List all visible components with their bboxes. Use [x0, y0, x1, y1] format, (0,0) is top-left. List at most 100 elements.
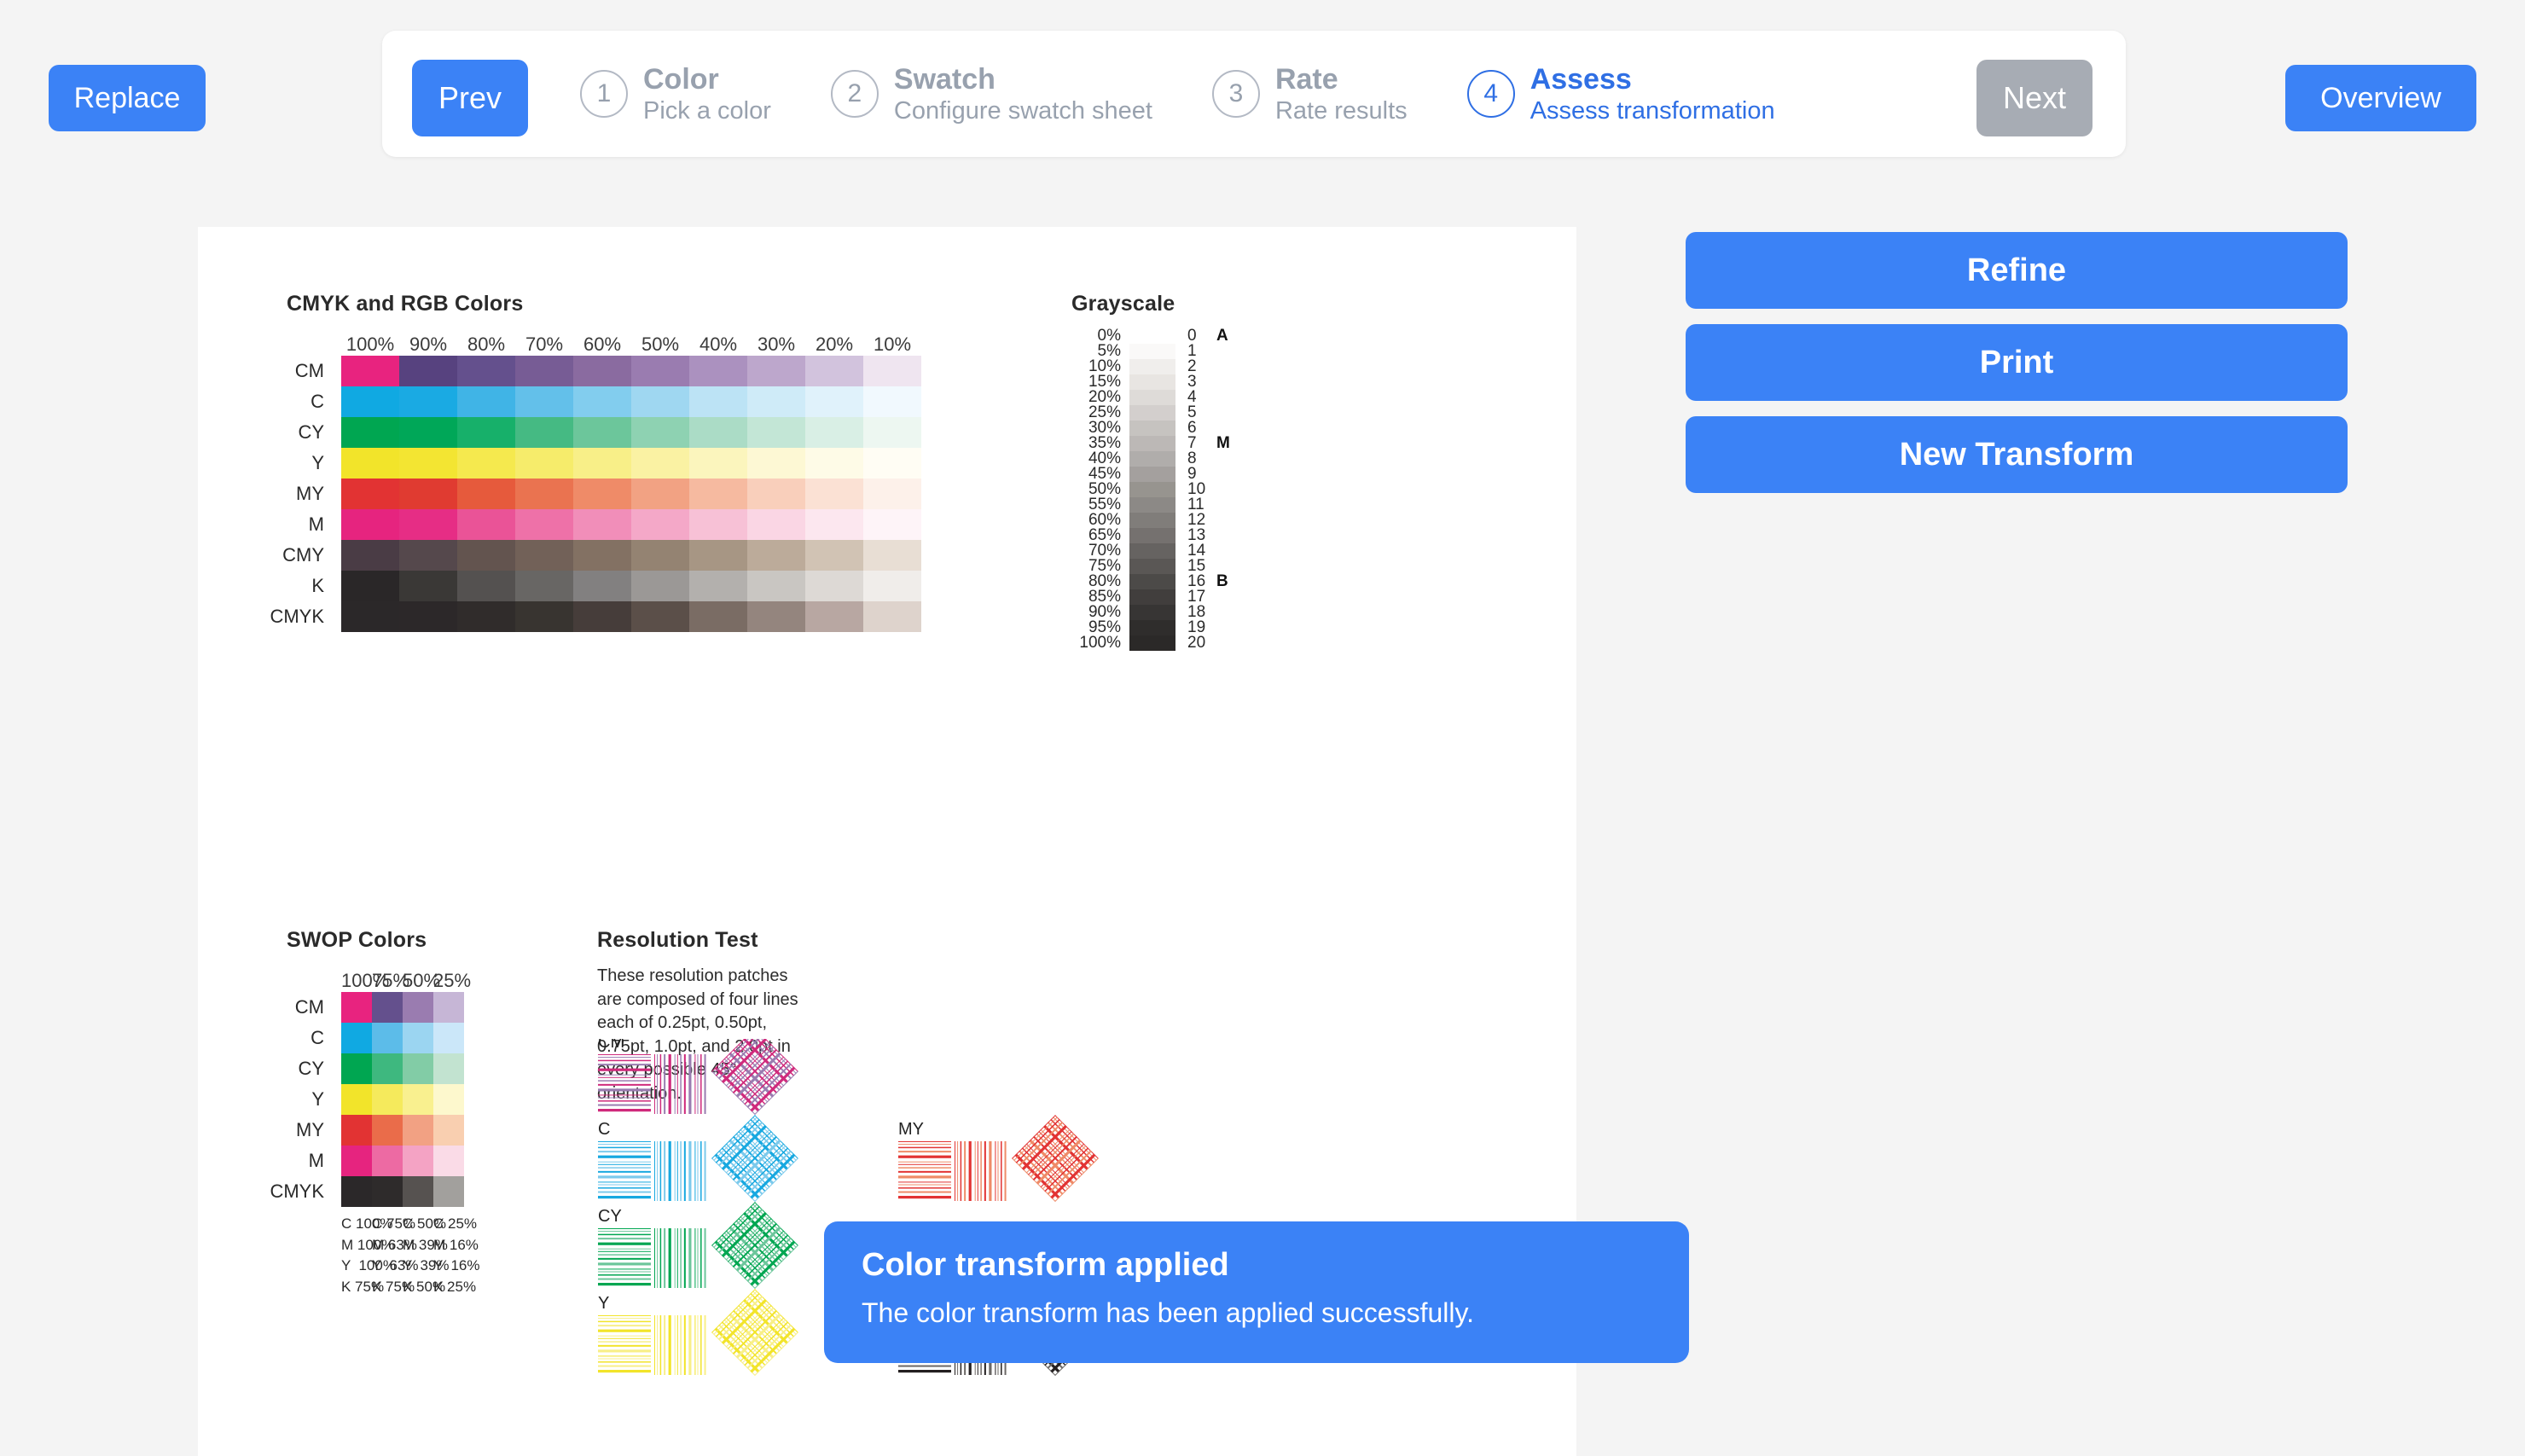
- color-swatch: [399, 540, 457, 571]
- color-swatch: [573, 571, 631, 601]
- grayscale-marker: B: [1216, 572, 1228, 590]
- color-swatch: [631, 540, 689, 571]
- color-swatch: [341, 571, 399, 601]
- color-swatch: [341, 448, 399, 479]
- grayscale-percent: 100%: [1079, 634, 1121, 652]
- grayscale-swatch: [1129, 589, 1175, 605]
- grayscale-section-title: Grayscale: [1071, 292, 1175, 316]
- resolution-patch-label: MY: [898, 1120, 924, 1139]
- swop-ink-column: C 50% M 39% Y 39% K 50%: [403, 1215, 450, 1295]
- color-swatch: [341, 540, 399, 571]
- step-subtitle: Rate results: [1274, 96, 1408, 125]
- cmyk-row: K: [256, 571, 921, 601]
- color-swatch: [399, 509, 457, 540]
- swop-row: CY: [256, 1053, 464, 1084]
- stepper-step-swatch[interactable]: 2 Swatch Configure swatch sheet: [830, 62, 1152, 125]
- grayscale-swatch: [1129, 635, 1175, 651]
- color-swatch: [515, 571, 573, 601]
- color-swatch: [457, 448, 515, 479]
- swop-row-label: CM: [294, 996, 324, 1018]
- grayscale-swatch: [1129, 482, 1175, 497]
- color-swatch: [631, 448, 689, 479]
- color-swatch: [631, 417, 689, 448]
- color-swatch: [399, 448, 457, 479]
- color-swatch: [457, 356, 515, 386]
- cmyk-row-label: CMY: [282, 544, 324, 566]
- color-swatch: [863, 509, 921, 540]
- cmyk-row-label: M: [308, 513, 324, 535]
- refine-button[interactable]: Refine: [1686, 232, 2348, 309]
- color-swatch: [341, 417, 399, 448]
- swop-row: CM: [256, 992, 464, 1023]
- color-swatch: [403, 1084, 433, 1115]
- grayscale-swatch: [1129, 359, 1175, 374]
- step-title: Color: [643, 62, 719, 96]
- color-swatch: [341, 356, 399, 386]
- grayscale-block: Grayscale 0% 0 A 5% 1 10% 2 15% 3 20% 4 25% 5 30% 6 35%…: [1071, 292, 1230, 652]
- color-swatch: [863, 356, 921, 386]
- color-swatch: [372, 1115, 403, 1146]
- toast-message: The color transform has been applied suc…: [862, 1297, 1474, 1328]
- swop-row-label: MY: [296, 1119, 324, 1140]
- color-swatch: [515, 479, 573, 509]
- color-swatch: [341, 509, 399, 540]
- swop-ink-column: C 75% M 63% Y 63% K 75%: [372, 1215, 419, 1295]
- grayscale-swatch: [1129, 467, 1175, 482]
- color-swatch: [805, 356, 863, 386]
- step-subtitle: Configure swatch sheet: [893, 96, 1152, 125]
- color-swatch: [457, 417, 515, 448]
- stepper-step-rate[interactable]: 3 Rate Rate results: [1211, 62, 1408, 125]
- cmyk-col-header: 70%: [525, 334, 564, 355]
- overview-button[interactable]: Overview: [2285, 65, 2476, 131]
- color-swatch: [747, 601, 805, 632]
- cmyk-row-label: CMYK: [270, 606, 324, 627]
- toast-title: Color transform applied: [862, 1247, 1229, 1283]
- color-swatch: [341, 1176, 372, 1207]
- color-swatch: [399, 356, 457, 386]
- print-button[interactable]: Print: [1686, 324, 2348, 401]
- grayscale-swatch: [1129, 605, 1175, 620]
- color-swatch: [433, 1115, 464, 1146]
- grayscale-swatch: [1129, 451, 1175, 467]
- step-number-badge: 3: [1211, 69, 1260, 118]
- new-transform-button[interactable]: New Transform: [1686, 416, 2348, 493]
- color-swatch: [433, 1146, 464, 1176]
- cmyk-col-header: 90%: [409, 334, 448, 355]
- step-number-badge: 4: [1466, 69, 1515, 118]
- color-swatch: [399, 571, 457, 601]
- color-swatch: [689, 601, 747, 632]
- swop-col-header: 25%: [433, 970, 472, 991]
- cmyk-row: C: [256, 386, 921, 417]
- cmyk-row-label: MY: [296, 483, 324, 504]
- swop-col-header: 100%: [341, 970, 390, 991]
- color-swatch: [341, 1053, 372, 1084]
- grayscale-swatch: [1129, 513, 1175, 528]
- swop-row: M: [256, 1146, 464, 1176]
- replace-button[interactable]: Replace: [49, 65, 206, 131]
- resolution-section-title: Resolution Test: [597, 928, 758, 952]
- color-swatch: [372, 1053, 403, 1084]
- color-swatch: [863, 417, 921, 448]
- cmyk-row: CMY: [256, 540, 921, 571]
- color-swatch: [573, 540, 631, 571]
- prev-button[interactable]: Prev: [412, 60, 528, 136]
- color-swatch: [573, 417, 631, 448]
- swop-section-title: SWOP Colors: [287, 928, 427, 952]
- swop-col-header: 50%: [403, 970, 441, 991]
- color-swatch: [689, 509, 747, 540]
- cmyk-col-header: 80%: [467, 334, 506, 355]
- stepper-step-color[interactable]: 1 Color Pick a color: [580, 62, 771, 125]
- next-button[interactable]: Next: [1976, 60, 2093, 136]
- cmyk-row: MY: [256, 479, 921, 509]
- cmyk-col-header: 50%: [641, 334, 680, 355]
- stepper-step-assess[interactable]: 4 Assess Assess transformation: [1466, 62, 1775, 125]
- grayscale-swatch: [1129, 559, 1175, 574]
- color-swatch: [515, 386, 573, 417]
- color-swatch: [573, 509, 631, 540]
- step-title: Rate: [1274, 62, 1338, 96]
- color-swatch: [631, 386, 689, 417]
- swop-row: MY: [256, 1115, 464, 1146]
- grayscale-swatch: [1129, 374, 1175, 390]
- cmyk-col-header: 60%: [583, 334, 622, 355]
- grayscale-index: 20: [1187, 634, 1206, 652]
